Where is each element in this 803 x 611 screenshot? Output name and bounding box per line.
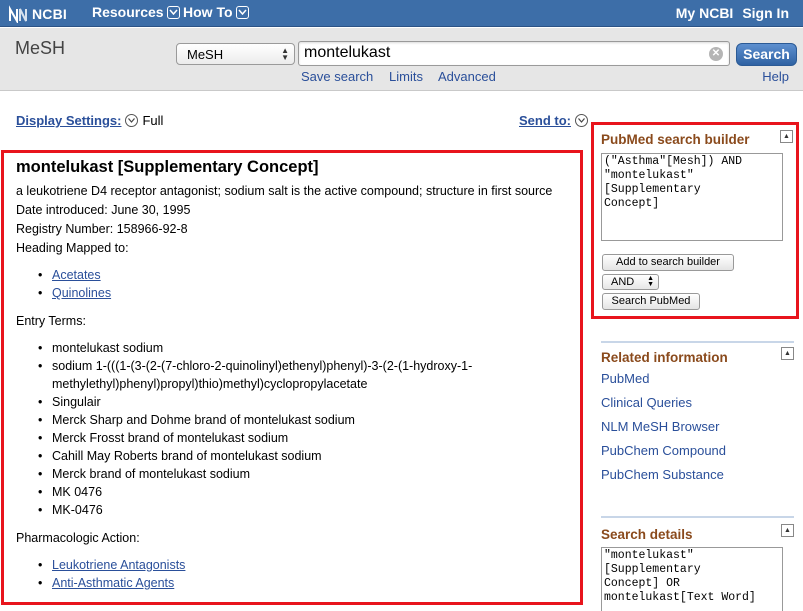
list-item: Cahill May Roberts brand of montelukast … <box>38 447 492 465</box>
related-title: Related information <box>601 350 728 365</box>
top-navigation-bar: NCBI Resources How To My NCBI Sign In <box>0 0 803 27</box>
display-settings: Display Settings: Full <box>16 113 163 128</box>
chevron-down-icon <box>166 5 180 19</box>
pharm-link-leukotriene[interactable]: Leukotriene Antagonists <box>52 558 185 572</box>
collapse-icon[interactable]: ▲ <box>781 347 794 360</box>
pharm-action-list: Leukotriene Antagonists Anti-Asthmatic A… <box>38 556 581 592</box>
search-details-textarea[interactable]: "montelukast" [Supplementary Concept] OR… <box>601 547 783 611</box>
registry-number: Registry Number: 158966-92-8 <box>16 222 188 236</box>
operator-select[interactable]: AND ▲ ▼ <box>602 274 659 290</box>
related-link-pubchem-compound[interactable]: PubChem Compound <box>601 439 794 463</box>
limits-link[interactable]: Limits <box>389 69 423 84</box>
list-item: MK 0476 <box>38 483 492 501</box>
search-pubmed-button[interactable]: Search PubMed <box>602 293 700 310</box>
chevron-down-icon[interactable] <box>575 114 588 127</box>
list-item: sodium 1-(((1-(3-(2-(7-chloro-2-quinolin… <box>38 357 492 393</box>
search-builder-textarea[interactable]: ("Asthma"[Mesh]) AND "montelukast" [Supp… <box>601 153 783 241</box>
save-search-link[interactable]: Save search <box>301 69 373 84</box>
list-item: Merck Sharp and Dohme brand of monteluka… <box>38 411 492 429</box>
search-header: MeSH MeSH ▲ ▼ montelukast ✕ Search Save s… <box>0 28 803 91</box>
heading-link-quinolines[interactable]: Quinolines <box>52 286 111 300</box>
list-item: Merck brand of montelukast sodium <box>38 465 492 483</box>
related-information: Related information ▲ PubMed Clinical Qu… <box>601 341 794 487</box>
section-divider <box>601 341 794 343</box>
search-builder-title: PubMed search builder <box>601 132 750 147</box>
list-item: Anti-Asthmatic Agents <box>38 574 581 592</box>
database-select-value: MeSH <box>187 47 224 62</box>
heading-link-acetates[interactable]: Acetates <box>52 268 101 282</box>
related-list: PubMed Clinical Queries NLM MeSH Browser… <box>601 367 794 487</box>
list-item: Quinolines <box>38 284 581 302</box>
record-description: a leukotriene D4 receptor antagonist; so… <box>16 184 553 198</box>
database-title: MeSH <box>15 38 66 58</box>
display-settings-link[interactable]: Display Settings: <box>16 113 121 128</box>
my-ncbi-link[interactable]: My NCBI <box>676 5 734 21</box>
related-link-pubmed[interactable]: PubMed <box>601 367 794 391</box>
ncbi-logo-text: NCBI <box>32 6 68 22</box>
section-divider <box>601 516 794 518</box>
send-to: Send to: <box>519 113 588 128</box>
record-content: montelukast [Supplementary Concept] a le… <box>16 157 581 602</box>
list-item: montelukast sodium <box>38 339 492 357</box>
how-to-menu[interactable]: How To <box>183 4 249 20</box>
chevron-down-icon <box>235 5 249 19</box>
display-mode: Full <box>142 113 164 128</box>
search-button[interactable]: Search <box>736 43 797 66</box>
search-details-title: Search details <box>601 527 693 542</box>
ncbi-logo-icon <box>9 5 27 23</box>
database-select[interactable]: MeSH ▲ ▼ <box>176 43 295 65</box>
related-link-clinical-queries[interactable]: Clinical Queries <box>601 391 794 415</box>
select-arrows-icon: ▲ ▼ <box>647 275 654 288</box>
help-link[interactable]: Help <box>762 69 789 84</box>
list-item: MK-0476 <box>38 501 492 519</box>
resources-menu[interactable]: Resources <box>92 4 180 20</box>
record-title: montelukast [Supplementary Concept] <box>16 158 319 176</box>
heading-list: Acetates Quinolines <box>38 266 581 302</box>
advanced-link[interactable]: Advanced <box>438 69 496 84</box>
list-item: Acetates <box>38 266 581 284</box>
account-links: My NCBI Sign In <box>676 5 789 21</box>
collapse-icon[interactable]: ▲ <box>781 524 794 537</box>
entry-terms-label: Entry Terms: <box>16 314 86 328</box>
pharm-link-anti-asthmatic[interactable]: Anti-Asthmatic Agents <box>52 576 174 590</box>
list-item: Leukotriene Antagonists <box>38 556 581 574</box>
chevron-down-icon[interactable] <box>125 114 139 127</box>
select-arrows-icon: ▲ ▼ <box>281 46 289 62</box>
related-link-mesh-browser[interactable]: NLM MeSH Browser <box>601 415 794 439</box>
send-to-link[interactable]: Send to: <box>519 113 571 128</box>
sign-in-link[interactable]: Sign In <box>742 5 789 21</box>
list-item: Merck Frosst brand of montelukast sodium <box>38 429 492 447</box>
collapse-icon[interactable]: ▲ <box>780 130 793 143</box>
related-link-pubchem-substance[interactable]: PubChem Substance <box>601 463 794 487</box>
list-item: Singulair <box>38 393 492 411</box>
resources-label: Resources <box>92 4 164 20</box>
add-to-builder-button[interactable]: Add to search builder <box>602 254 734 271</box>
ncbi-logo[interactable]: NCBI <box>8 4 67 24</box>
how-to-label: How To <box>183 4 233 20</box>
operator-value: AND <box>611 276 635 288</box>
search-input[interactable]: montelukast ✕ <box>298 41 730 66</box>
date-introduced: Date introduced: June 30, 1995 <box>16 203 191 217</box>
search-details: Search details ▲ <box>601 516 794 542</box>
heading-mapped-label: Heading Mapped to: <box>16 241 129 255</box>
search-query: montelukast <box>304 44 391 61</box>
pharm-action-label: Pharmacologic Action: <box>16 531 140 545</box>
clear-search-icon[interactable]: ✕ <box>709 47 723 61</box>
entry-terms-list: montelukast sodium sodium 1-(((1-(3-(2-(… <box>38 339 492 519</box>
